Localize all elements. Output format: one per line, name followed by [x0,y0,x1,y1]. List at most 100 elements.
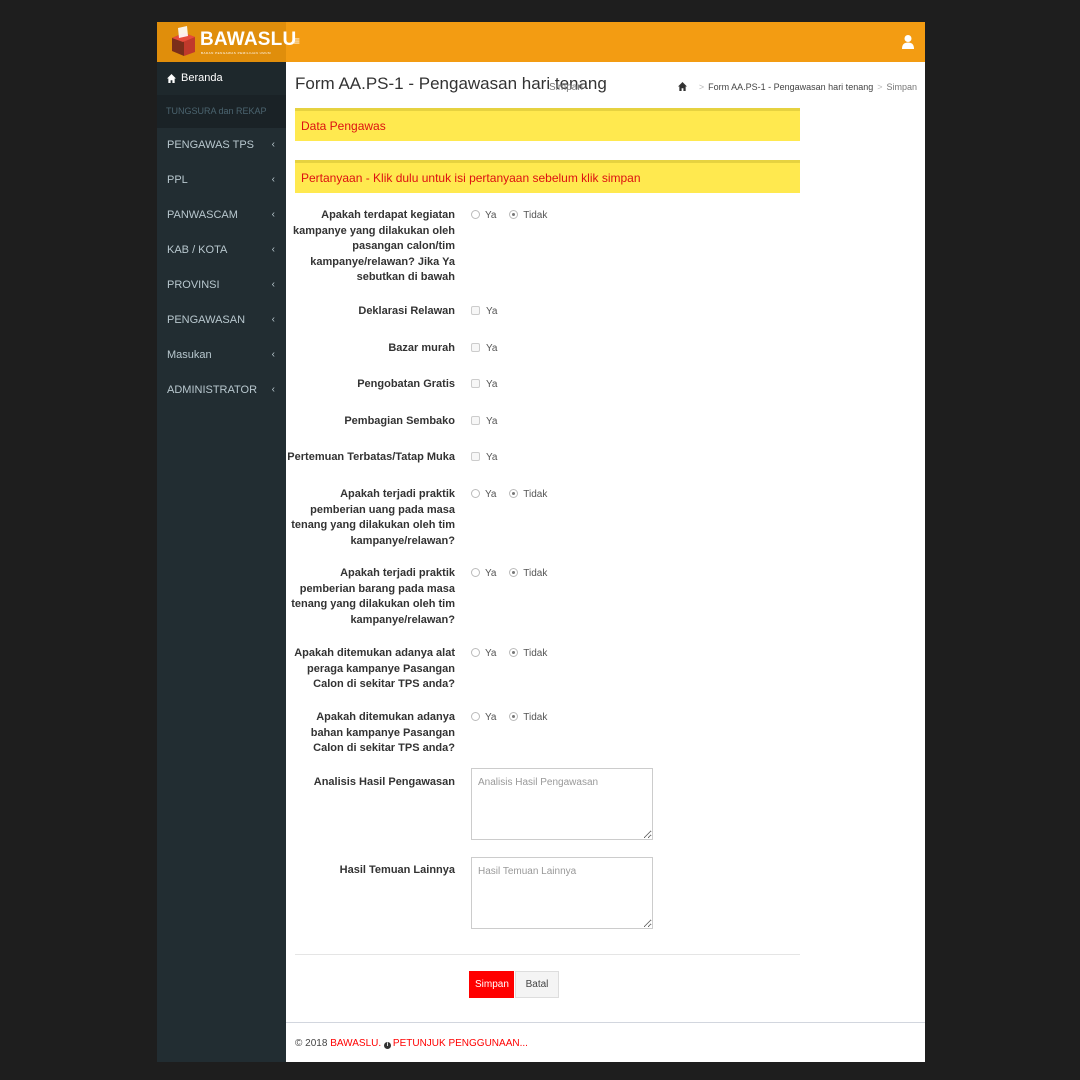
breadcrumb-separator: > [698,82,705,92]
checkbox-pengobatan-gratis-label: Pengobatan Gratis [357,378,455,390]
sidebar-item-masukan[interactable]: Masukan ‹ [157,338,286,373]
help-link[interactable]: PETUNJUK PENGGUNAAN... [393,1038,528,1049]
copyright-text: © 2018 [295,1038,328,1049]
chevron-left-icon: ‹ [271,314,275,325]
app-window: BAWASLU BADAN PENGAWAS PEMILIHAN UMUM ≡ … [157,22,925,1062]
sidebar-item-label: KAB / KOTA [167,244,228,256]
option-ya[interactable]: Ya [471,568,497,579]
analisis-hasil-label: Analisis Hasil Pengawasan [313,776,455,788]
checkbox-pembagian-sembako[interactable] [471,416,480,425]
home-icon[interactable] [677,82,687,91]
radio-tidak[interactable] [509,210,519,219]
option-tidak[interactable]: Tidak [509,712,547,723]
sidebar-item-kab-kota[interactable]: KAB / KOTA ‹ [157,233,286,268]
sidebar-item-pengawasan[interactable]: PENGAWASAN ‹ [157,303,286,338]
sidebar-item-label: PROVINSI [167,279,220,291]
breadcrumb-separator: > [877,82,883,92]
radio-tidak[interactable] [509,568,519,577]
brand-link[interactable]: BAWASLU. [330,1038,381,1049]
checkbox-deklarasi-relawan[interactable] [471,306,480,315]
option-tidak[interactable]: Tidak [509,568,547,579]
sidebar-item-administrator[interactable]: ADMINISTRATOR ‹ [157,373,286,408]
radio-ya[interactable] [471,210,480,219]
chevron-left-icon: ‹ [271,139,275,150]
radio-tidak[interactable] [509,712,519,721]
sidebar-item-label: PENGAWAS TPS [167,139,255,151]
option-ya[interactable]: Ya [471,712,497,723]
home-icon [167,74,176,83]
sidebar: Beranda TUNGSURA dan REKAP PENGAWAS TPS … [157,62,286,1062]
chevron-left-icon: ‹ [271,209,275,220]
bawaslu-logo-icon [172,26,195,56]
radio-tidak[interactable] [509,648,519,657]
sidebar-item-provinsi[interactable]: PROVINSI ‹ [157,268,286,303]
save-button[interactable]: Simpan [469,971,514,998]
form-divider [295,954,800,955]
question-alat-peraga-label: Apakah ditemukan adanya alat peraga kamp… [294,647,455,690]
sidebar-item-label: PENGAWASAN [167,314,246,326]
section-data-pengawas[interactable]: Data Pengawas [295,108,800,141]
footer: © 2018 BAWASLU. i PETUNJUK PENGGUNAAN... [286,1022,925,1062]
hasil-temuan-label: Hasil Temuan Lainnya [339,864,455,876]
option-ya[interactable]: Ya [471,648,497,659]
checkbox-pembagian-sembako-option[interactable]: Ya [471,416,498,427]
checkbox-bazar-murah-option[interactable]: Ya [471,343,498,354]
question-pemberian-uang-options: Ya Tidak [471,489,557,500]
checkbox-pertemuan-terbatas-label: Pertemuan Terbatas/Tatap Muka [287,451,455,463]
question-pemberian-uang-label: Apakah terjadi praktik pemberian uang pa… [291,488,455,547]
checkbox-pengobatan-gratis-option[interactable]: Ya [471,379,498,390]
radio-tidak[interactable] [509,489,519,498]
checkbox-bazar-murah-label: Bazar murah [388,342,455,354]
sidebar-item-label: Beranda [181,72,223,84]
question-alat-peraga-options: Ya Tidak [471,648,557,659]
checkbox-pembagian-sembako-label: Pembagian Sembako [344,415,455,427]
checkbox-deklarasi-relawan-label: Deklarasi Relawan [358,305,455,317]
top-navbar: BAWASLU BADAN PENGAWAS PEMILIHAN UMUM ≡ [157,22,925,62]
info-icon: i [383,1042,391,1049]
question-bahan-kampanye-options: Ya Tidak [471,712,557,723]
question-pemberian-barang-options: Ya Tidak [471,568,557,579]
chevron-left-icon: ‹ [271,174,275,185]
sidebar-item-pengawas-tps[interactable]: PENGAWAS TPS ‹ [157,128,286,163]
sidebar-item-label: Masukan [167,349,212,361]
sidebar-item-ppl[interactable]: PPL ‹ [157,163,286,198]
hamburger-icon[interactable]: ≡ [293,34,307,48]
footer-text: © 2018 BAWASLU. i PETUNJUK PENGGUNAAN... [295,1038,528,1049]
checkbox-pertemuan-terbatas-option[interactable]: Ya [471,452,498,463]
option-tidak[interactable]: Tidak [509,489,547,500]
radio-ya[interactable] [471,712,480,721]
option-ya[interactable]: Ya [471,210,497,221]
checkbox-deklarasi-relawan-option[interactable]: Ya [471,306,498,317]
option-tidak[interactable]: Tidak [509,210,547,221]
checkbox-pertemuan-terbatas[interactable] [471,452,480,461]
radio-ya[interactable] [471,648,480,657]
checkbox-pengobatan-gratis[interactable] [471,379,480,388]
user-icon[interactable] [901,34,915,50]
analisis-hasil-textarea[interactable] [471,768,653,840]
sidebar-item-beranda[interactable]: Beranda [157,62,286,95]
checkbox-bazar-murah[interactable] [471,343,480,352]
page-subtitle: Simpan [549,82,583,93]
sidebar-item-label: PPL [167,174,188,186]
brand-subtitle: BADAN PENGAWAS PEMILIHAN UMUM [201,51,271,55]
question-kegiatan-kampanye-label: Apakah terdapat kegiatan kampanye yang d… [292,209,455,283]
chevron-left-icon: ‹ [271,384,275,395]
brand-logo[interactable]: BAWASLU BADAN PENGAWAS PEMILIHAN UMUM [157,22,296,62]
chevron-left-icon: ‹ [271,349,275,360]
sidebar-item-label: PANWASCAM [167,209,238,221]
hasil-temuan-textarea[interactable] [471,857,653,929]
section-pertanyaan[interactable]: Pertanyaan - Klik dulu untuk isi pertany… [295,160,800,193]
cancel-button[interactable]: Batal [515,971,559,998]
question-kegiatan-kampanye-options: Ya Tidak [471,210,557,221]
chevron-left-icon: ‹ [271,279,275,290]
sidebar-section-header: TUNGSURA dan REKAP [157,95,286,128]
option-ya[interactable]: Ya [471,489,497,500]
sidebar-item-panwascam[interactable]: PANWASCAM ‹ [157,198,286,233]
breadcrumb-item-current: Simpan [886,82,917,92]
breadcrumb-item-form[interactable]: Form AA.PS-1 - Pengawasan hari tenang [708,82,873,92]
brand-name: BAWASLU [200,29,297,50]
radio-ya[interactable] [471,489,480,498]
option-tidak[interactable]: Tidak [509,648,547,659]
question-pemberian-barang-label: Apakah terjadi praktik pemberian barang … [291,567,455,626]
radio-ya[interactable] [471,568,480,577]
